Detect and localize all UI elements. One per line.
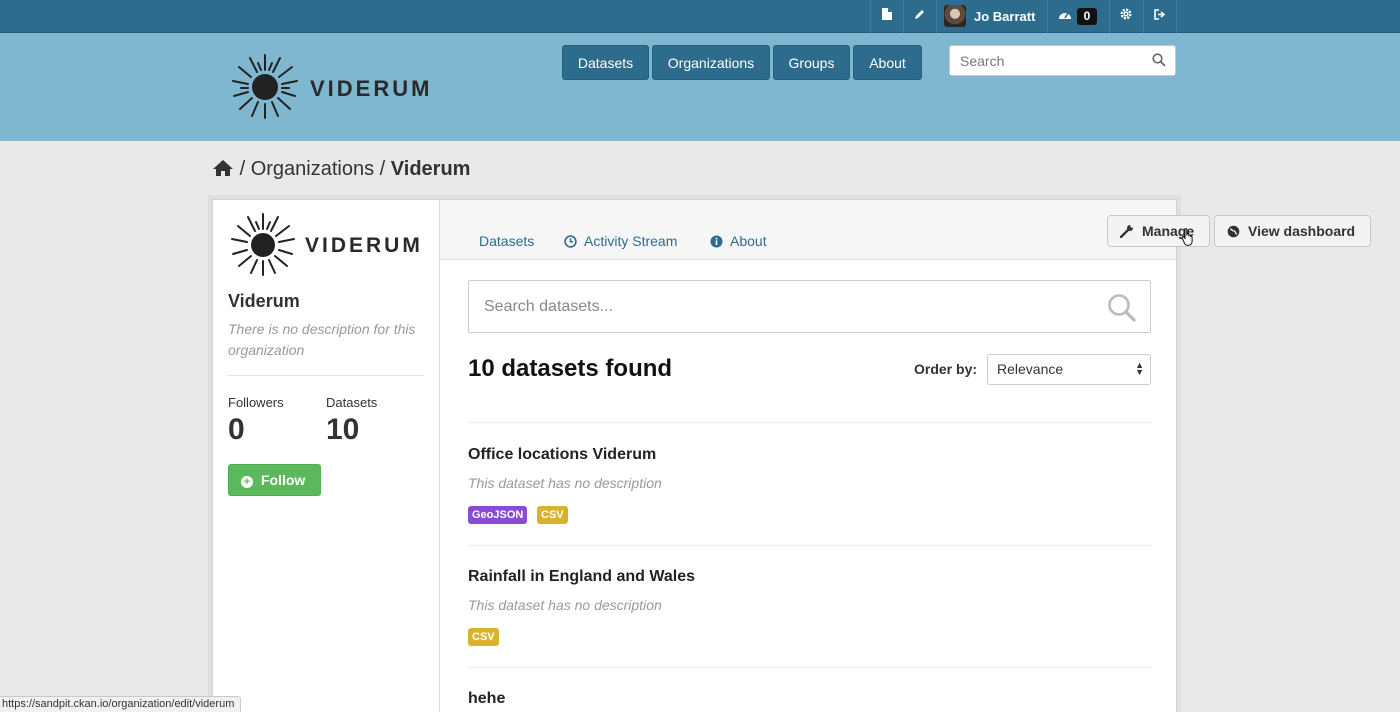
divider [228,375,424,376]
divider [468,422,1151,423]
sign-out-icon[interactable] [1150,7,1170,25]
account-divider [1176,0,1177,33]
sunburst-logo-icon [231,213,295,276]
dashboard-count-badge[interactable]: 0 [1077,8,1097,25]
organization-description: There is no description for this organiz… [228,321,416,358]
tab-about[interactable]: About [710,233,767,251]
clock-icon [564,235,577,251]
avatar[interactable] [944,5,966,27]
sunburst-logo-icon [232,54,298,119]
follow-label: Follow [261,472,306,488]
organization-name: Viderum [228,291,300,311]
account-divider [1047,0,1048,33]
tab-datasets-label: Datasets [479,233,535,249]
search-icon[interactable] [1152,53,1166,72]
home-icon[interactable] [212,159,234,183]
account-divider [903,0,904,33]
order-by-select[interactable]: Relevance ▲ ▼ [987,354,1151,385]
site-logo-text[interactable]: VIDERUM [310,76,432,102]
content-tabs: Datasets Activity Stream About Manage Vi… [440,200,1371,260]
dashboard-icon[interactable] [1055,7,1075,25]
dataset-search-input[interactable] [469,281,1089,332]
account-divider [870,0,871,33]
view-dashboard-label: View dashboard [1248,223,1356,239]
followers-count: 0 [228,413,245,446]
content-wrapper: VIDERUM Viderum There is no description … [212,199,1371,712]
info-icon [710,235,723,251]
followers-label: Followers [228,395,284,410]
dataset-title[interactable]: hehe [468,690,505,708]
format-badge-geojson[interactable]: GeoJSON [468,506,528,524]
nav-datasets[interactable]: Datasets [562,45,649,80]
globe-icon [1227,218,1240,248]
tab-about-label: About [730,233,767,249]
dataset-search-box [468,280,1151,333]
account-divider [1109,0,1110,33]
divider [468,545,1151,546]
nav-about[interactable]: About [853,45,922,80]
divider [468,667,1151,668]
gear-icon[interactable] [1116,7,1136,25]
organization-logo-text: VIDERUM [305,234,423,257]
order-by-value: Relevance [997,361,1064,377]
breadcrumb: / Organizations / Viderum [212,158,470,183]
account-masthead: Jo Barratt 0 [0,0,1400,33]
results-count-heading: 10 datasets found [468,355,673,382]
dataset-title[interactable]: Rainfall in England and Wales [468,568,695,586]
tab-datasets[interactable]: Datasets [479,233,534,249]
primary-content: Datasets Activity Stream About Manage Vi… [440,200,1371,712]
datasets-count: 10 [326,413,360,446]
account-divider [1143,0,1144,33]
hand-pointer-cursor-icon [1181,228,1195,251]
format-badge-csv[interactable]: CSV [537,506,568,524]
site-search-input[interactable] [950,46,1140,75]
dataset-notes: This dataset has no description [468,475,662,491]
organization-sidebar: VIDERUM Viderum There is no description … [213,200,440,712]
format-badge-csv[interactable]: CSV [468,628,499,646]
nav-groups[interactable]: Groups [773,45,850,80]
datasets-label: Datasets [326,395,378,410]
select-arrows-icon: ▲ ▼ [1135,360,1144,377]
tab-activity-stream[interactable]: Activity Stream [564,233,677,251]
follow-button[interactable]: + Follow [228,464,321,496]
view-dashboard-button[interactable]: View dashboard [1214,215,1371,247]
plus-circle-icon: + [241,476,253,488]
site-logo[interactable] [228,50,302,129]
breadcrumb-separator: / [379,158,386,180]
pencil-icon[interactable] [910,7,930,25]
tab-activity-label: Activity Stream [584,233,678,249]
document-icon[interactable] [877,7,897,25]
site-search-box [949,45,1176,76]
wrench-icon [1119,218,1134,248]
organization-logo[interactable] [227,209,299,286]
browser-status-url: https://sandpit.ckan.io/organization/edi… [0,696,242,712]
order-by-label: Order by: [914,361,978,377]
dataset-title[interactable]: Office locations Viderum [468,446,656,464]
account-user-name[interactable]: Jo Barratt [974,9,1035,24]
breadcrumb-organizations[interactable]: Organizations [251,158,374,180]
search-icon[interactable] [1107,293,1136,327]
breadcrumb-current[interactable]: Viderum [391,158,471,180]
dataset-notes: This dataset has no description [468,597,662,613]
nav-organizations[interactable]: Organizations [652,45,770,80]
account-divider [936,0,937,33]
breadcrumb-separator: / [239,158,246,180]
